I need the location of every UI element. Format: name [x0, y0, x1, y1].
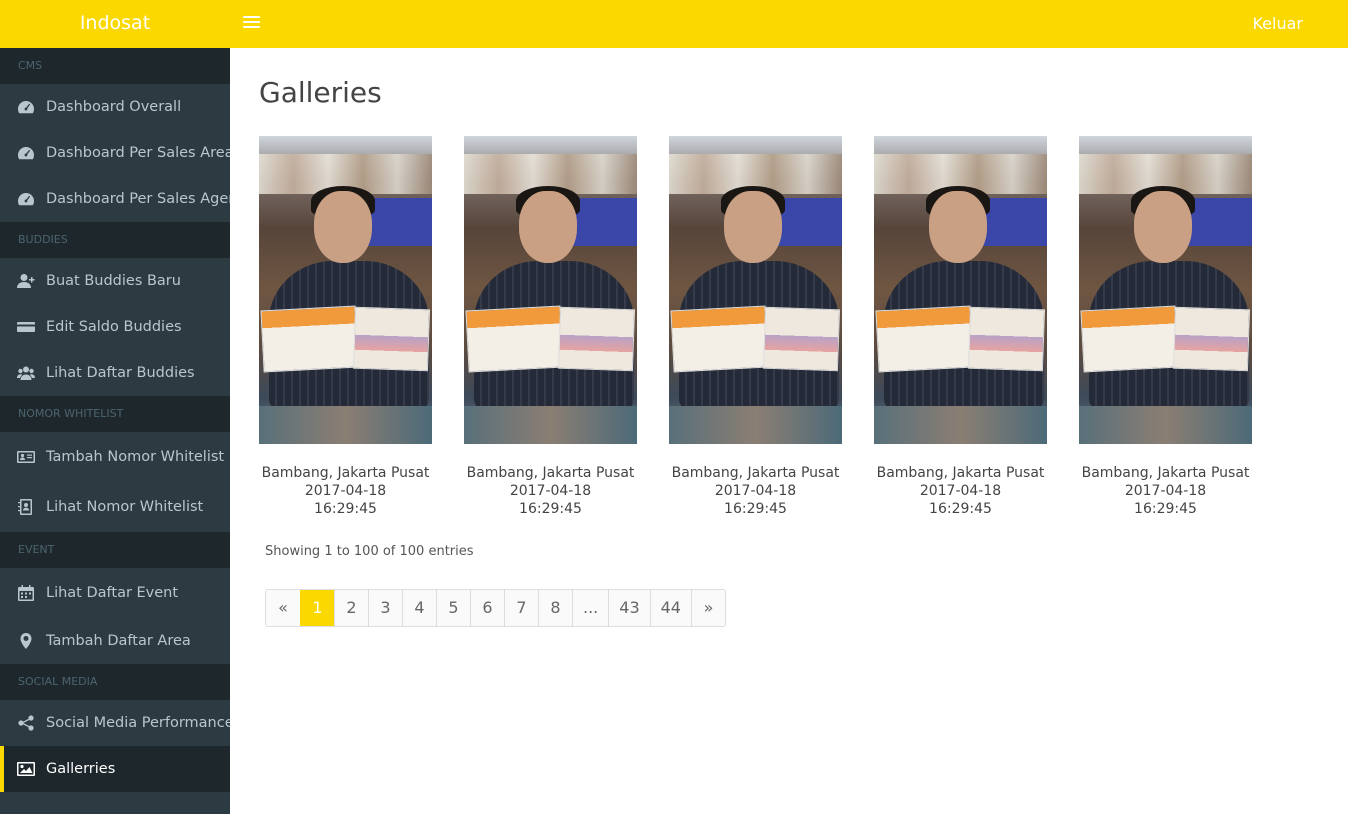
gallery-caption-date: 2017-04-18 — [1124, 483, 1207, 499]
sidebar-item-label: Buat Buddies Baru — [46, 273, 181, 289]
gallery-caption-name: Bambang, Jakarta Pusat — [1081, 465, 1250, 481]
gallery-grid: Bambang, Jakarta Pusat 2017-04-18 16:29:… — [259, 136, 1252, 518]
sidebar-item-dashboard-sales-area[interactable]: Dashboard Per Sales Area — [0, 130, 230, 176]
sidebar-section-social-media: SOCIAL MEDIA — [0, 664, 230, 700]
sidebar-item-dashboard-sales-agent[interactable]: Dashboard Per Sales Agent — [0, 176, 230, 222]
gallery-caption: Bambang, Jakarta Pusat 2017-04-18 16:29:… — [669, 464, 842, 518]
users-icon — [16, 365, 36, 381]
gallery-caption: Bambang, Jakarta Pusat 2017-04-18 16:29:… — [259, 464, 432, 518]
gallery-caption: Bambang, Jakarta Pusat 2017-04-18 16:29:… — [1079, 464, 1252, 518]
main-content: Galleries Bambang, Jakarta Pusat 2017-04… — [230, 48, 1348, 814]
pagination-page-4[interactable]: 4 — [402, 590, 436, 626]
gallery-card: Bambang, Jakarta Pusat 2017-04-18 16:29:… — [259, 136, 432, 518]
top-navbar: Indosat Keluar — [0, 0, 1348, 48]
sidebar-section-whitelist: NOMOR WHITELIST — [0, 396, 230, 432]
sidebar-item-label: Gallerries — [46, 761, 116, 777]
sidebar-item-dashboard-overall[interactable]: Dashboard Overall — [0, 84, 230, 130]
sidebar-item-lihat-whitelist[interactable]: Lihat Nomor Whitelist — [0, 482, 230, 532]
menu-toggle-icon[interactable] — [243, 14, 260, 32]
gallery-photo[interactable] — [464, 136, 637, 444]
gallery-caption-time: 16:29:45 — [929, 501, 992, 517]
sidebar-item-label: Lihat Daftar Buddies — [46, 365, 195, 381]
gallery-caption-name: Bambang, Jakarta Pusat — [261, 465, 430, 481]
pagination-page-3[interactable]: 3 — [368, 590, 402, 626]
gallery-caption-name: Bambang, Jakarta Pusat — [466, 465, 635, 481]
calendar-icon — [16, 585, 36, 601]
gallery-caption-date: 2017-04-18 — [509, 483, 592, 499]
sidebar-item-tambah-area[interactable]: Tambah Daftar Area — [0, 618, 230, 664]
gallery-card: Bambang, Jakarta Pusat 2017-04-18 16:29:… — [464, 136, 637, 518]
contact-book-icon — [16, 499, 36, 515]
image-icon — [16, 761, 36, 777]
logout-link[interactable]: Keluar — [1252, 0, 1303, 48]
sidebar-item-lihat-buddies[interactable]: Lihat Daftar Buddies — [0, 350, 230, 396]
sidebar-item-label: Edit Saldo Buddies — [46, 319, 182, 335]
id-card-icon — [16, 449, 36, 465]
gallery-photo[interactable] — [1079, 136, 1252, 444]
sidebar-item-lihat-event[interactable]: Lihat Daftar Event — [0, 568, 230, 618]
sidebar-item-label: Tambah Daftar Area — [46, 633, 191, 649]
dashboard-icon — [16, 191, 36, 207]
gallery-caption: Bambang, Jakarta Pusat 2017-04-18 16:29:… — [464, 464, 637, 518]
sidebar-section-buddies: BUDDIES — [0, 222, 230, 258]
gallery-card: Bambang, Jakarta Pusat 2017-04-18 16:29:… — [874, 136, 1047, 518]
gallery-caption-date: 2017-04-18 — [714, 483, 797, 499]
pagination: « 1 2 3 4 5 6 7 8 ... 43 44 » — [265, 589, 726, 627]
sidebar-item-label: Lihat Nomor Whitelist — [46, 499, 204, 515]
brand-logo[interactable]: Indosat — [0, 0, 230, 48]
sidebar-item-label: Dashboard Per Sales Agent — [46, 191, 230, 207]
sidebar-section-event: EVENT — [0, 532, 230, 568]
gallery-caption-date: 2017-04-18 — [304, 483, 387, 499]
pagination-page-44[interactable]: 44 — [649, 590, 691, 626]
sidebar-item-social-media[interactable]: Social Media Performance — [0, 700, 230, 746]
sidebar-item-label: Lihat Daftar Event — [46, 585, 179, 601]
sidebar-item-buat-buddies[interactable]: Buat Buddies Baru — [0, 258, 230, 304]
gallery-caption-name: Bambang, Jakarta Pusat — [876, 465, 1045, 481]
sidebar-item-tambah-whitelist[interactable]: Tambah Nomor Whitelist — [0, 432, 230, 482]
share-icon — [16, 715, 36, 731]
page-title: Galleries — [259, 76, 382, 109]
dashboard-icon — [16, 145, 36, 161]
pagination-page-2[interactable]: 2 — [334, 590, 368, 626]
user-plus-icon — [16, 273, 36, 289]
credit-card-icon — [16, 319, 36, 335]
pagination-page-5[interactable]: 5 — [436, 590, 470, 626]
gallery-caption-name: Bambang, Jakarta Pusat — [671, 465, 840, 481]
sidebar-item-label: Social Media Performance — [46, 715, 230, 731]
gallery-caption-time: 16:29:45 — [724, 501, 787, 517]
gallery-caption-time: 16:29:45 — [1134, 501, 1197, 517]
sidebar-section-cms: CMS — [0, 48, 230, 84]
entries-info: Showing 1 to 100 of 100 entries — [265, 544, 474, 559]
pagination-next-button[interactable]: » — [690, 590, 725, 626]
gallery-caption-time: 16:29:45 — [519, 501, 582, 517]
sidebar-item-label: Dashboard Overall — [46, 99, 182, 115]
pagination-page-1[interactable]: 1 — [300, 590, 334, 626]
gallery-caption-date: 2017-04-18 — [919, 483, 1002, 499]
pagination-prev-button[interactable]: « — [266, 590, 300, 626]
sidebar-item-edit-saldo[interactable]: Edit Saldo Buddies — [0, 304, 230, 350]
gallery-caption-time: 16:29:45 — [314, 501, 377, 517]
sidebar-item-label: Tambah Nomor Whitelist — [46, 449, 225, 465]
pagination-page-7[interactable]: 7 — [504, 590, 538, 626]
sidebar-item-galleries[interactable]: Gallerries — [0, 746, 230, 792]
gallery-photo[interactable] — [259, 136, 432, 444]
gallery-photo[interactable] — [874, 136, 1047, 444]
gallery-caption: Bambang, Jakarta Pusat 2017-04-18 16:29:… — [874, 464, 1047, 518]
gallery-card: Bambang, Jakarta Pusat 2017-04-18 16:29:… — [669, 136, 842, 518]
gallery-photo[interactable] — [669, 136, 842, 444]
gallery-card: Bambang, Jakarta Pusat 2017-04-18 16:29:… — [1079, 136, 1252, 518]
sidebar-item-label: Dashboard Per Sales Area — [46, 145, 230, 161]
pagination-page-8[interactable]: 8 — [538, 590, 572, 626]
map-marker-icon — [16, 633, 36, 649]
pagination-ellipsis: ... — [572, 590, 609, 626]
dashboard-icon — [16, 99, 36, 115]
pagination-page-43[interactable]: 43 — [608, 590, 650, 626]
sidebar: CMS Dashboard Overall Dashboard Per Sale… — [0, 48, 230, 814]
pagination-page-6[interactable]: 6 — [470, 590, 504, 626]
